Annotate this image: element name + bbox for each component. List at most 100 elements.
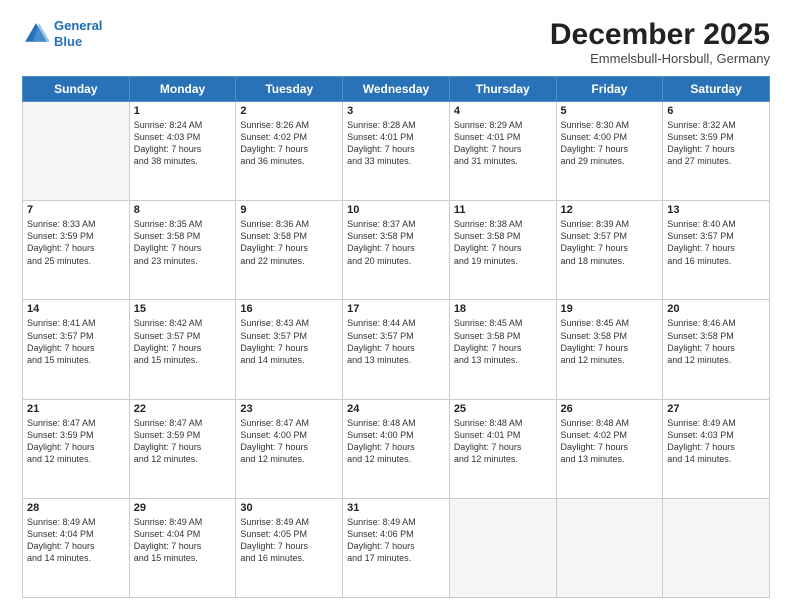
day-number: 5 <box>561 105 659 117</box>
calendar-cell: 12 Sunrise: 8:39 AM Sunset: 3:57 PM Dayli… <box>556 201 663 300</box>
calendar-cell: 4 Sunrise: 8:29 AM Sunset: 4:01 PM Daylig… <box>449 102 556 201</box>
day-info: Sunrise: 8:35 AM Sunset: 3:58 PM Dayligh… <box>134 218 232 267</box>
day-info: Sunrise: 8:24 AM Sunset: 4:03 PM Dayligh… <box>134 119 232 168</box>
logo-line2: Blue <box>54 34 82 49</box>
col-wednesday: Wednesday <box>343 77 450 102</box>
day-number: 9 <box>240 204 338 216</box>
calendar-week-2: 14 Sunrise: 8:41 AM Sunset: 3:57 PM Dayli… <box>23 300 770 399</box>
day-number: 21 <box>27 403 125 415</box>
day-info: Sunrise: 8:47 AM Sunset: 4:00 PM Dayligh… <box>240 417 338 466</box>
day-info: Sunrise: 8:45 AM Sunset: 3:58 PM Dayligh… <box>561 317 659 366</box>
calendar-cell: 28Sunrise: 8:49 AM Sunset: 4:04 PM Dayli… <box>23 498 130 597</box>
col-thursday: Thursday <box>449 77 556 102</box>
day-number: 8 <box>134 204 232 216</box>
calendar-cell: 15Sunrise: 8:42 AM Sunset: 3:57 PM Dayli… <box>129 300 236 399</box>
calendar-week-1: 7 Sunrise: 8:33 AM Sunset: 3:59 PM Daylig… <box>23 201 770 300</box>
day-number: 13 <box>667 204 765 216</box>
day-number: 23 <box>240 403 338 415</box>
day-number: 16 <box>240 303 338 315</box>
calendar-cell: 18 Sunrise: 8:45 AM Sunset: 3:58 PM Dayli… <box>449 300 556 399</box>
day-number: 24 <box>347 403 445 415</box>
day-number: 22 <box>134 403 232 415</box>
calendar-cell: 26Sunrise: 8:48 AM Sunset: 4:02 PM Dayli… <box>556 399 663 498</box>
day-number: 10 <box>347 204 445 216</box>
day-number: 19 <box>561 303 659 315</box>
col-friday: Friday <box>556 77 663 102</box>
day-number: 18 <box>454 303 552 315</box>
day-number: 30 <box>240 502 338 514</box>
col-saturday: Saturday <box>663 77 770 102</box>
day-info: Sunrise: 8:49 AM Sunset: 4:04 PM Dayligh… <box>134 516 232 565</box>
calendar-cell: 31 Sunrise: 8:49 AM Sunset: 4:06 PM Dayli… <box>343 498 450 597</box>
day-info: Sunrise: 8:32 AM Sunset: 3:59 PM Dayligh… <box>667 119 765 168</box>
calendar-cell <box>556 498 663 597</box>
day-info: Sunrise: 8:46 AM Sunset: 3:58 PM Dayligh… <box>667 317 765 366</box>
day-info: Sunrise: 8:29 AM Sunset: 4:01 PM Dayligh… <box>454 119 552 168</box>
day-info: Sunrise: 8:45 AM Sunset: 3:58 PM Dayligh… <box>454 317 552 366</box>
calendar-cell: 27Sunrise: 8:49 AM Sunset: 4:03 PM Dayli… <box>663 399 770 498</box>
day-info: Sunrise: 8:49 AM Sunset: 4:06 PM Dayligh… <box>347 516 445 565</box>
calendar: Sunday Monday Tuesday Wednesday Thursday… <box>22 76 770 598</box>
calendar-cell: 9Sunrise: 8:36 AM Sunset: 3:58 PM Daylig… <box>236 201 343 300</box>
col-tuesday: Tuesday <box>236 77 343 102</box>
calendar-cell <box>23 102 130 201</box>
calendar-cell: 19 Sunrise: 8:45 AM Sunset: 3:58 PM Dayli… <box>556 300 663 399</box>
day-info: Sunrise: 8:26 AM Sunset: 4:02 PM Dayligh… <box>240 119 338 168</box>
day-number: 6 <box>667 105 765 117</box>
day-info: Sunrise: 8:48 AM Sunset: 4:02 PM Dayligh… <box>561 417 659 466</box>
calendar-cell: 7 Sunrise: 8:33 AM Sunset: 3:59 PM Daylig… <box>23 201 130 300</box>
calendar-week-4: 28 Sunrise: 8:49 AM Sunset: 4:04 PM Dayli… <box>23 498 770 597</box>
day-number: 25 <box>454 403 552 415</box>
calendar-cell: 10 Sunrise: 8:37 AM Sunset: 3:58 PM Dayli… <box>343 201 450 300</box>
calendar-cell: 21 Sunrise: 8:47 AM Sunset: 3:59 PM Dayli… <box>23 399 130 498</box>
calendar-week-0: 1 Sunrise: 8:24 AM Sunset: 4:03 PM Daylig… <box>23 102 770 201</box>
month-title: December 2025 <box>550 18 770 51</box>
day-number: 12 <box>561 204 659 216</box>
day-number: 1 <box>134 105 232 117</box>
day-info: Sunrise: 8:39 AM Sunset: 3:57 PM Dayligh… <box>561 218 659 267</box>
logo-text: General Blue <box>54 18 102 49</box>
day-info: Sunrise: 8:43 AM Sunset: 3:57 PM Dayligh… <box>240 317 338 366</box>
title-block: December 2025 Emmelsbull-Horsbull, Germa… <box>550 18 770 66</box>
day-info: Sunrise: 8:30 AM Sunset: 4:00 PM Dayligh… <box>561 119 659 168</box>
day-info: Sunrise: 8:33 AM Sunset: 3:59 PM Dayligh… <box>27 218 125 267</box>
calendar-cell: 6 Sunrise: 8:32 AM Sunset: 3:59 PM Daylig… <box>663 102 770 201</box>
day-number: 31 <box>347 502 445 514</box>
calendar-cell: 16 Sunrise: 8:43 AM Sunset: 3:57 PM Dayli… <box>236 300 343 399</box>
day-info: Sunrise: 8:38 AM Sunset: 3:58 PM Dayligh… <box>454 218 552 267</box>
day-info: Sunrise: 8:48 AM Sunset: 4:00 PM Dayligh… <box>347 417 445 466</box>
calendar-cell: 3 Sunrise: 8:28 AM Sunset: 4:01 PM Daylig… <box>343 102 450 201</box>
calendar-cell: 25Sunrise: 8:48 AM Sunset: 4:01 PM Dayli… <box>449 399 556 498</box>
logo: General Blue <box>22 18 102 49</box>
calendar-week-3: 21 Sunrise: 8:47 AM Sunset: 3:59 PM Dayli… <box>23 399 770 498</box>
calendar-cell: 24 Sunrise: 8:48 AM Sunset: 4:00 PM Dayli… <box>343 399 450 498</box>
header: General Blue December 2025 Emmelsbull-Ho… <box>22 18 770 66</box>
day-number: 11 <box>454 204 552 216</box>
calendar-cell: 20 Sunrise: 8:46 AM Sunset: 3:58 PM Dayli… <box>663 300 770 399</box>
logo-line1: General <box>54 18 102 33</box>
day-info: Sunrise: 8:42 AM Sunset: 3:57 PM Dayligh… <box>134 317 232 366</box>
calendar-cell: 8 Sunrise: 8:35 AM Sunset: 3:58 PM Daylig… <box>129 201 236 300</box>
day-info: Sunrise: 8:44 AM Sunset: 3:57 PM Dayligh… <box>347 317 445 366</box>
calendar-cell: 14 Sunrise: 8:41 AM Sunset: 3:57 PM Dayli… <box>23 300 130 399</box>
day-info: Sunrise: 8:47 AM Sunset: 3:59 PM Dayligh… <box>27 417 125 466</box>
day-number: 7 <box>27 204 125 216</box>
col-sunday: Sunday <box>23 77 130 102</box>
day-number: 14 <box>27 303 125 315</box>
day-info: Sunrise: 8:28 AM Sunset: 4:01 PM Dayligh… <box>347 119 445 168</box>
subtitle: Emmelsbull-Horsbull, Germany <box>550 51 770 66</box>
day-number: 20 <box>667 303 765 315</box>
day-info: Sunrise: 8:37 AM Sunset: 3:58 PM Dayligh… <box>347 218 445 267</box>
calendar-cell: 23 Sunrise: 8:47 AM Sunset: 4:00 PM Dayli… <box>236 399 343 498</box>
page: General Blue December 2025 Emmelsbull-Ho… <box>0 0 792 612</box>
day-info: Sunrise: 8:41 AM Sunset: 3:57 PM Dayligh… <box>27 317 125 366</box>
day-number: 28 <box>27 502 125 514</box>
day-number: 3 <box>347 105 445 117</box>
calendar-cell: 11 Sunrise: 8:38 AM Sunset: 3:58 PM Dayli… <box>449 201 556 300</box>
calendar-cell <box>449 498 556 597</box>
calendar-cell: 13Sunrise: 8:40 AM Sunset: 3:57 PM Dayli… <box>663 201 770 300</box>
logo-icon <box>22 20 50 48</box>
day-info: Sunrise: 8:47 AM Sunset: 3:59 PM Dayligh… <box>134 417 232 466</box>
day-number: 29 <box>134 502 232 514</box>
day-number: 4 <box>454 105 552 117</box>
